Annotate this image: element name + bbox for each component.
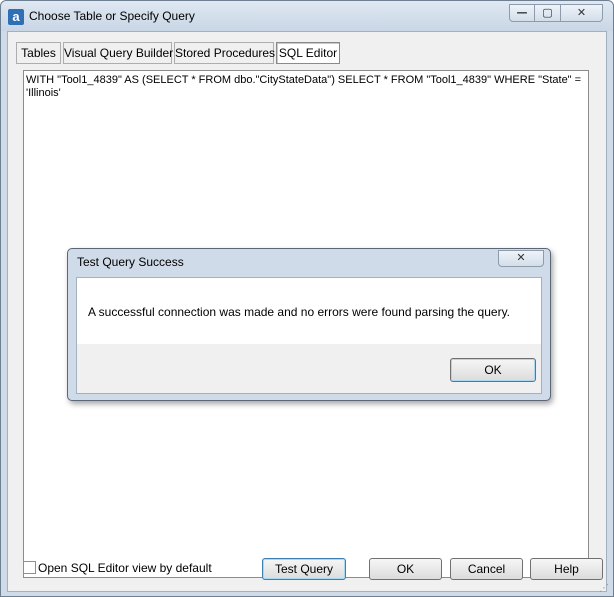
cancel-button[interactable]: Cancel (450, 558, 523, 580)
tab-sql-editor[interactable]: SQL Editor (276, 42, 340, 64)
dialog-close-button[interactable]: ✕ (498, 250, 544, 267)
maximize-button[interactable]: ▢ (535, 4, 561, 22)
dialog-ok-button[interactable]: OK (450, 358, 536, 382)
open-sql-editor-checkbox[interactable] (23, 561, 36, 574)
dialog-message: A successful connection was made and no … (88, 305, 511, 319)
sql-query-text[interactable]: WITH "Tool1_4839" AS (SELECT * FROM dbo.… (26, 74, 582, 100)
tab-visual-query-builder[interactable]: Visual Query Builder (63, 42, 173, 64)
close-button[interactable]: ✕ (561, 4, 603, 22)
window-title: Choose Table or Specify Query (29, 9, 195, 23)
dialog-body: A successful connection was made and no … (76, 277, 542, 394)
title-bar: a Choose Table or Specify Query — ▢ ✕ (1, 1, 613, 31)
help-button[interactable]: Help (530, 558, 603, 580)
app-icon: a (8, 9, 24, 25)
resize-grip-icon[interactable]: ⋰ (599, 584, 611, 596)
test-query-button[interactable]: Test Query (262, 558, 346, 580)
tab-tables[interactable]: Tables (16, 42, 61, 64)
tab-stored-procedures[interactable]: Stored Procedures (174, 42, 275, 64)
test-query-dialog: Test Query Success ✕ A successful connec… (67, 248, 551, 401)
ok-button[interactable]: OK (369, 558, 442, 580)
dialog-message-area: A successful connection was made and no … (77, 278, 541, 344)
minimize-button[interactable]: — (509, 4, 535, 22)
dialog-title: Test Query Success (77, 255, 184, 269)
open-sql-editor-label[interactable]: Open SQL Editor view by default (38, 561, 212, 575)
